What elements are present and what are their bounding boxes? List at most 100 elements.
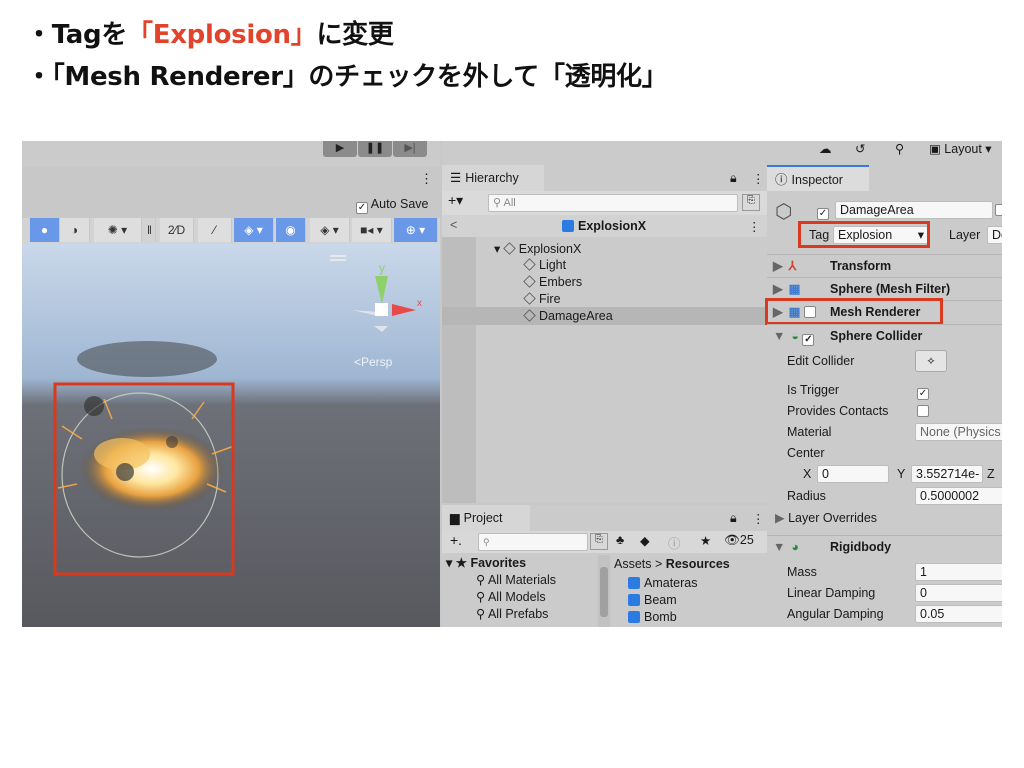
mesh-filter-header[interactable]: ▶ ▦ Sphere (Mesh Filter)	[767, 277, 1002, 299]
prefab-icon	[628, 577, 640, 589]
prefab-icon	[628, 594, 640, 606]
edit-collider-button[interactable]: ⟡	[915, 350, 947, 372]
play-button[interactable]: ▶	[323, 141, 357, 157]
hierarchy-search-input[interactable]: ⚲ All	[488, 194, 738, 212]
audio-mute-icon[interactable]: 2⁄D	[160, 218, 194, 242]
hierarchy-tab-label: Hierarchy	[465, 171, 519, 185]
breadcrumb-resources[interactable]: Resources	[666, 557, 730, 571]
project-tab[interactable]: ▆ Project	[442, 505, 530, 531]
radius-field[interactable]: 0.5000002	[915, 487, 1002, 505]
object-name-value: DamageArea	[840, 203, 914, 217]
effects-icon[interactable]: ⁄	[198, 218, 232, 242]
angular-damping-field[interactable]: 0.05	[915, 605, 1002, 623]
project-lock-icon[interactable]: 🔒︎	[730, 511, 737, 526]
fav-models-label: All Models	[487, 590, 546, 604]
step-button[interactable]: ▶|	[393, 141, 427, 157]
project-tab-label: Project	[463, 511, 503, 525]
object-name-field[interactable]: DamageArea	[835, 201, 993, 219]
mass-field[interactable]: 1	[915, 563, 1002, 581]
hierarchy-item-embers[interactable]: Embers	[523, 275, 582, 289]
gameobject-icon	[523, 275, 536, 288]
hierarchy-tab[interactable]: ☰ Hierarchy	[442, 165, 544, 191]
asset-item-amateras[interactable]: Amateras	[628, 576, 698, 590]
draw-mode-icon[interactable]: ◈ ▾	[310, 218, 350, 242]
hierarchy-item-fire[interactable]: Fire	[523, 292, 561, 306]
layers-icon[interactable]: ◈ ▾	[234, 218, 274, 242]
provides-contacts-checkbox[interactable]	[917, 405, 929, 417]
visibility-icon[interactable]: ◉	[276, 218, 306, 242]
project-menu-icon[interactable]: ⋮	[752, 511, 765, 526]
search-icon[interactable]: ⚲	[895, 141, 904, 156]
sphere-collider-label: Sphere Collider	[830, 329, 923, 343]
debug-draw-icon[interactable]: ✺ ▾	[94, 218, 142, 242]
layer-overrides-foldout[interactable]: ▶ Layer Overrides	[775, 510, 877, 525]
scene-viewport[interactable]: y x <Persp	[22, 244, 440, 627]
sphere-collider-header[interactable]: ▼ ◒ ✓ Sphere Collider	[767, 324, 1002, 346]
scene-title: ExplosionX	[562, 219, 646, 233]
inspector-tab[interactable]: ⓘ Inspector	[767, 165, 869, 191]
breadcrumb-assets[interactable]: Assets	[614, 557, 652, 571]
scene-panel: ▶ ❚❚ ▶| ⋮ ✓ Auto Save ● ◑ ✺ ▾ ‖ 2⁄D ⁄ ◈ …	[22, 141, 440, 627]
rigidbody-header[interactable]: ▼ ◕ Rigidbody	[767, 535, 1002, 557]
gizmo-x-label: x	[417, 298, 422, 309]
favorite-star-icon[interactable]: ★	[700, 533, 711, 548]
info-icon: ⓘ	[775, 173, 788, 187]
hierarchy-item-damagearea[interactable]: DamageArea	[523, 309, 613, 323]
asset-item-bomb[interactable]: Bomb	[628, 610, 677, 624]
back-icon[interactable]: <	[450, 218, 457, 232]
filter-log-icon[interactable]: ⓘ	[668, 533, 681, 552]
favorite-item-models[interactable]: ⚲ All Models	[476, 589, 546, 604]
project-scrollbar[interactable]	[598, 555, 610, 627]
filter-type-icon[interactable]: ♣	[616, 533, 624, 547]
material-field[interactable]: None (Physics	[915, 423, 1002, 441]
auto-save-checkbox[interactable]: ✓	[356, 202, 368, 214]
expand-arrow-icon: ▶	[773, 259, 783, 273]
asset-beam-label: Beam	[644, 593, 677, 607]
favorite-item-prefabs[interactable]: ⚲ All Prefabs	[476, 606, 548, 621]
linear-damping-value: 0	[920, 586, 927, 600]
hierarchy-item-light[interactable]: Light	[523, 258, 566, 272]
layout-dropdown[interactable]: ▣ Layout ▾	[929, 141, 992, 156]
filter-label-icon[interactable]: ◆	[640, 533, 650, 548]
cloud-icon[interactable]: ☁	[819, 141, 832, 156]
scene-menu-icon[interactable]: ⋮	[420, 171, 433, 187]
project-search-input[interactable]: ⚲	[478, 533, 588, 551]
center-x-field[interactable]: 0	[817, 465, 889, 483]
search-by-type-icon[interactable]: ⎘	[742, 194, 760, 211]
pause-button[interactable]: ❚❚	[358, 141, 392, 157]
is-trigger-checkbox[interactable]: ✓	[917, 388, 929, 400]
project-add-icon[interactable]: +.	[450, 532, 462, 548]
bullet-tag-highlight: 「Explosion」	[127, 20, 317, 50]
hierarchy-damagearea-label: DamageArea	[539, 309, 613, 323]
center-x-value: 0	[822, 467, 829, 481]
hierarchy-menu-icon[interactable]: ⋮	[752, 171, 765, 186]
auto-save-toggle[interactable]: ✓ Auto Save	[356, 197, 428, 214]
asset-item-beam[interactable]: Beam	[628, 593, 677, 607]
static-checkbox[interactable]	[995, 204, 1002, 216]
gizmos-icon[interactable]: ⊕ ▾	[394, 218, 438, 242]
shading-mode-icon[interactable]: ●	[30, 218, 60, 242]
layer-dropdown[interactable]: De	[987, 226, 1002, 244]
top-toolbar-right: ☁ ↺ ⚲ ▣ Layout ▾	[767, 141, 1002, 165]
unity-editor-screenshot: ▶ ❚❚ ▶| ⋮ ✓ Auto Save ● ◑ ✺ ▾ ‖ 2⁄D ⁄ ◈ …	[22, 141, 1002, 627]
active-checkbox[interactable]: ✓	[817, 208, 829, 220]
linear-damping-field[interactable]: 0	[915, 584, 1002, 602]
visible-count: 👁︎25	[724, 533, 754, 547]
scene-menu-dots-icon[interactable]: ⋮	[748, 219, 761, 234]
project-search-type-icon[interactable]: ⎘	[590, 533, 608, 550]
transform-header[interactable]: ▶ ⅄ Transform	[767, 254, 1002, 276]
center-y-field[interactable]: 3.552714e-	[911, 465, 983, 483]
favorite-item-materials[interactable]: ⚲ All Materials	[476, 572, 556, 587]
add-icon[interactable]: +▾	[448, 192, 463, 209]
gameobject-icon	[523, 258, 536, 271]
layer-overrides-label: Layer Overrides	[788, 511, 878, 525]
lock-icon[interactable]: 🔒︎	[730, 171, 737, 186]
camera-icon[interactable]: ■◂ ▾	[352, 218, 392, 242]
hierarchy-item-root[interactable]: ▾ ExplosionX	[494, 241, 581, 256]
sphere-collider-checkbox[interactable]: ✓	[802, 334, 815, 346]
favorites-header[interactable]: ▾ ★ Favorites	[446, 555, 526, 570]
2d-mode-icon[interactable]: ◑	[60, 218, 90, 242]
scene-top-strip: ▶ ❚❚ ▶|	[22, 141, 440, 167]
tag-highlight-box	[798, 221, 930, 248]
history-icon[interactable]: ↺	[855, 141, 865, 156]
